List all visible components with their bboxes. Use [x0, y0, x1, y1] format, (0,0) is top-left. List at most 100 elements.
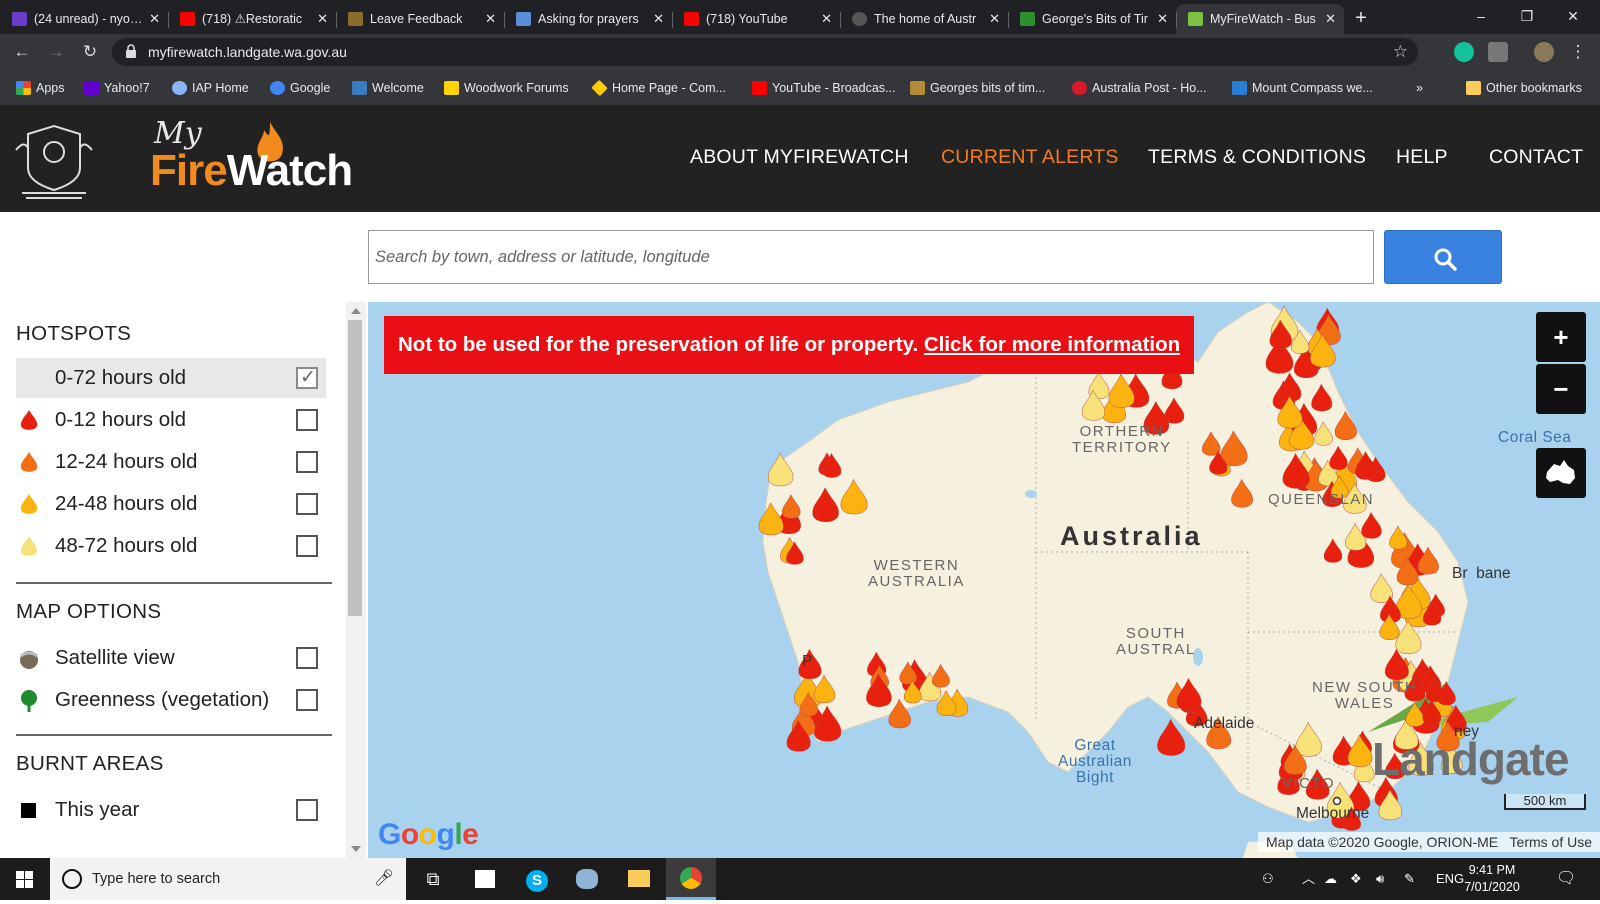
nav-contact[interactable]: CONTACT: [1489, 146, 1583, 169]
browser-tab-active[interactable]: MyFireWatch - Bus ✕: [1176, 4, 1344, 34]
checkbox[interactable]: [296, 689, 318, 711]
pen-icon[interactable]: ✎: [1404, 858, 1415, 900]
hotspot-option-24-48[interactable]: 24-48 hours old: [16, 484, 326, 524]
bookmark-item[interactable]: Georges bits of tim...: [910, 70, 1045, 106]
bookmarks-overflow-button[interactable]: »: [1416, 70, 1423, 106]
system-clock[interactable]: 9:41 PM 7/01/2020: [1454, 862, 1530, 896]
nav-help[interactable]: HELP: [1396, 146, 1448, 169]
bookmark-item[interactable]: Google: [270, 70, 330, 106]
zoom-in-button[interactable]: +: [1536, 312, 1586, 362]
zoom-out-button[interactable]: −: [1536, 364, 1586, 414]
restore-button[interactable]: ❐: [1504, 0, 1550, 32]
chevron-up-icon[interactable]: ︿: [1302, 858, 1315, 900]
new-tab-button[interactable]: +: [1344, 4, 1378, 34]
microphone-icon[interactable]: 🎤︎: [374, 858, 394, 900]
checkbox[interactable]: [296, 451, 318, 473]
bookmark-item[interactable]: IAP Home: [172, 70, 249, 106]
location-search-input[interactable]: [368, 230, 1374, 284]
hotspot-flame-icon[interactable]: [1231, 478, 1253, 508]
checkbox[interactable]: [296, 647, 318, 669]
bookmark-item[interactable]: Welcome: [352, 70, 424, 106]
skype-icon[interactable]: S: [512, 858, 562, 900]
scroll-up-arrow[interactable]: [351, 308, 361, 314]
hotspot-flame-icon[interactable]: [1323, 538, 1343, 563]
hotspot-flame-icon[interactable]: [1361, 511, 1382, 539]
notification-icon[interactable]: 🗨︎: [1556, 858, 1576, 900]
paint-icon[interactable]: [562, 858, 612, 900]
taskbar-search[interactable]: Type here to search 🎤︎: [50, 858, 406, 900]
checkbox[interactable]: [296, 799, 318, 821]
nav-current-alerts[interactable]: CURRENT ALERTS: [941, 146, 1119, 169]
bookmark-item[interactable]: Home Page - Com...: [591, 70, 726, 106]
bookmark-star-icon[interactable]: ☆: [1393, 38, 1408, 66]
extension-icon[interactable]: [1488, 42, 1508, 62]
forward-button[interactable]: →: [44, 40, 68, 64]
hotspot-flame-icon[interactable]: [812, 487, 839, 523]
reload-button[interactable]: ↻: [78, 40, 102, 64]
browser-tab[interactable]: Leave Feedback ✕: [336, 4, 504, 34]
bookmark-item[interactable]: Yahoo!7: [84, 70, 150, 106]
close-icon[interactable]: ✕: [317, 4, 328, 34]
windows-start-icon[interactable]: [16, 871, 33, 888]
checkbox[interactable]: [296, 493, 318, 515]
browser-tab[interactable]: (718) ⚠Restoratic ✕: [168, 4, 336, 34]
volume-icon[interactable]: 🔊︎: [1376, 858, 1384, 900]
hotspot-option-0-12[interactable]: 0-12 hours old: [16, 400, 326, 440]
browser-tab[interactable]: George's Bits of Tir ✕: [1008, 4, 1176, 34]
hotspot-flame-icon[interactable]: [1334, 410, 1357, 441]
close-window-button[interactable]: ✕: [1550, 0, 1596, 32]
search-button[interactable]: [1384, 230, 1502, 284]
bookmark-item[interactable]: Mount Compass we...: [1232, 70, 1373, 106]
store-icon[interactable]: [460, 858, 510, 900]
scroll-down-arrow[interactable]: [351, 846, 361, 852]
hotspot-flame-icon[interactable]: [782, 494, 801, 519]
reset-view-button[interactable]: [1536, 448, 1586, 498]
hotspot-flame-icon[interactable]: [768, 452, 794, 487]
close-icon[interactable]: ✕: [821, 4, 832, 34]
hotspot-flame-icon[interactable]: [932, 663, 950, 688]
close-icon[interactable]: ✕: [1325, 4, 1336, 34]
hotspot-flame-icon[interactable]: [1220, 430, 1248, 467]
close-icon[interactable]: ✕: [989, 4, 1000, 34]
hotspot-flame-icon[interactable]: [1295, 721, 1322, 757]
hotspot-flame-icon[interactable]: [1157, 718, 1186, 756]
other-bookmarks[interactable]: Other bookmarks: [1466, 70, 1582, 106]
hotspot-flame-icon[interactable]: [1314, 421, 1333, 446]
brand-logo[interactable]: FireWatch: [150, 146, 353, 196]
back-button[interactable]: ←: [10, 40, 34, 64]
hotspot-option-48-72[interactable]: 48-72 hours old: [16, 526, 326, 566]
hotspot-option-12-24[interactable]: 12-24 hours old: [16, 442, 326, 482]
task-view-icon[interactable]: ⧉: [408, 858, 458, 900]
terms-of-use-link[interactable]: Terms of Use: [1510, 834, 1592, 850]
nav-about[interactable]: ABOUT MYFIREWATCH: [690, 146, 909, 169]
close-icon[interactable]: ✕: [485, 4, 496, 34]
address-bar[interactable]: myfirewatch.landgate.wa.gov.au ☆: [112, 38, 1418, 66]
grammarly-icon[interactable]: [1454, 42, 1474, 62]
hotspot-flame-icon[interactable]: [758, 502, 784, 536]
close-icon[interactable]: ✕: [149, 4, 160, 34]
bookmark-item[interactable]: YouTube - Broadcas...: [752, 70, 895, 106]
file-explorer-icon[interactable]: [614, 858, 664, 900]
fire-map[interactable]: Landgate Not to be used for the preserva…: [368, 302, 1600, 858]
option-burnt-this-year[interactable]: This year: [16, 790, 326, 830]
more-info-link[interactable]: Click for more information: [924, 333, 1180, 356]
browser-tab[interactable]: (718) YouTube ✕: [672, 4, 840, 34]
hotspot-flame-icon[interactable]: [1108, 373, 1135, 408]
option-satellite[interactable]: Satellite view: [16, 638, 326, 678]
hotspot-flame-icon[interactable]: [840, 478, 868, 515]
dropbox-icon[interactable]: ❖: [1350, 858, 1362, 900]
browser-tab[interactable]: Asking for prayers ✕: [504, 4, 672, 34]
hotspot-flame-icon[interactable]: [1347, 734, 1373, 768]
nav-terms[interactable]: TERMS & CONDITIONS: [1148, 146, 1366, 169]
hotspot-flame-icon[interactable]: [1329, 445, 1348, 470]
hotspot-flame-icon[interactable]: [1311, 383, 1333, 412]
hotspot-flame-icon[interactable]: [813, 674, 836, 704]
chrome-icon[interactable]: [666, 858, 716, 900]
bookmark-apps[interactable]: Apps: [16, 70, 65, 106]
checkbox[interactable]: [296, 366, 318, 389]
minimize-button[interactable]: –: [1458, 0, 1504, 32]
avatar[interactable]: [1534, 42, 1554, 62]
checkbox[interactable]: [296, 409, 318, 431]
close-icon[interactable]: ✕: [1157, 4, 1168, 34]
browser-tab[interactable]: (24 unread) - nyo… ✕: [0, 4, 168, 34]
